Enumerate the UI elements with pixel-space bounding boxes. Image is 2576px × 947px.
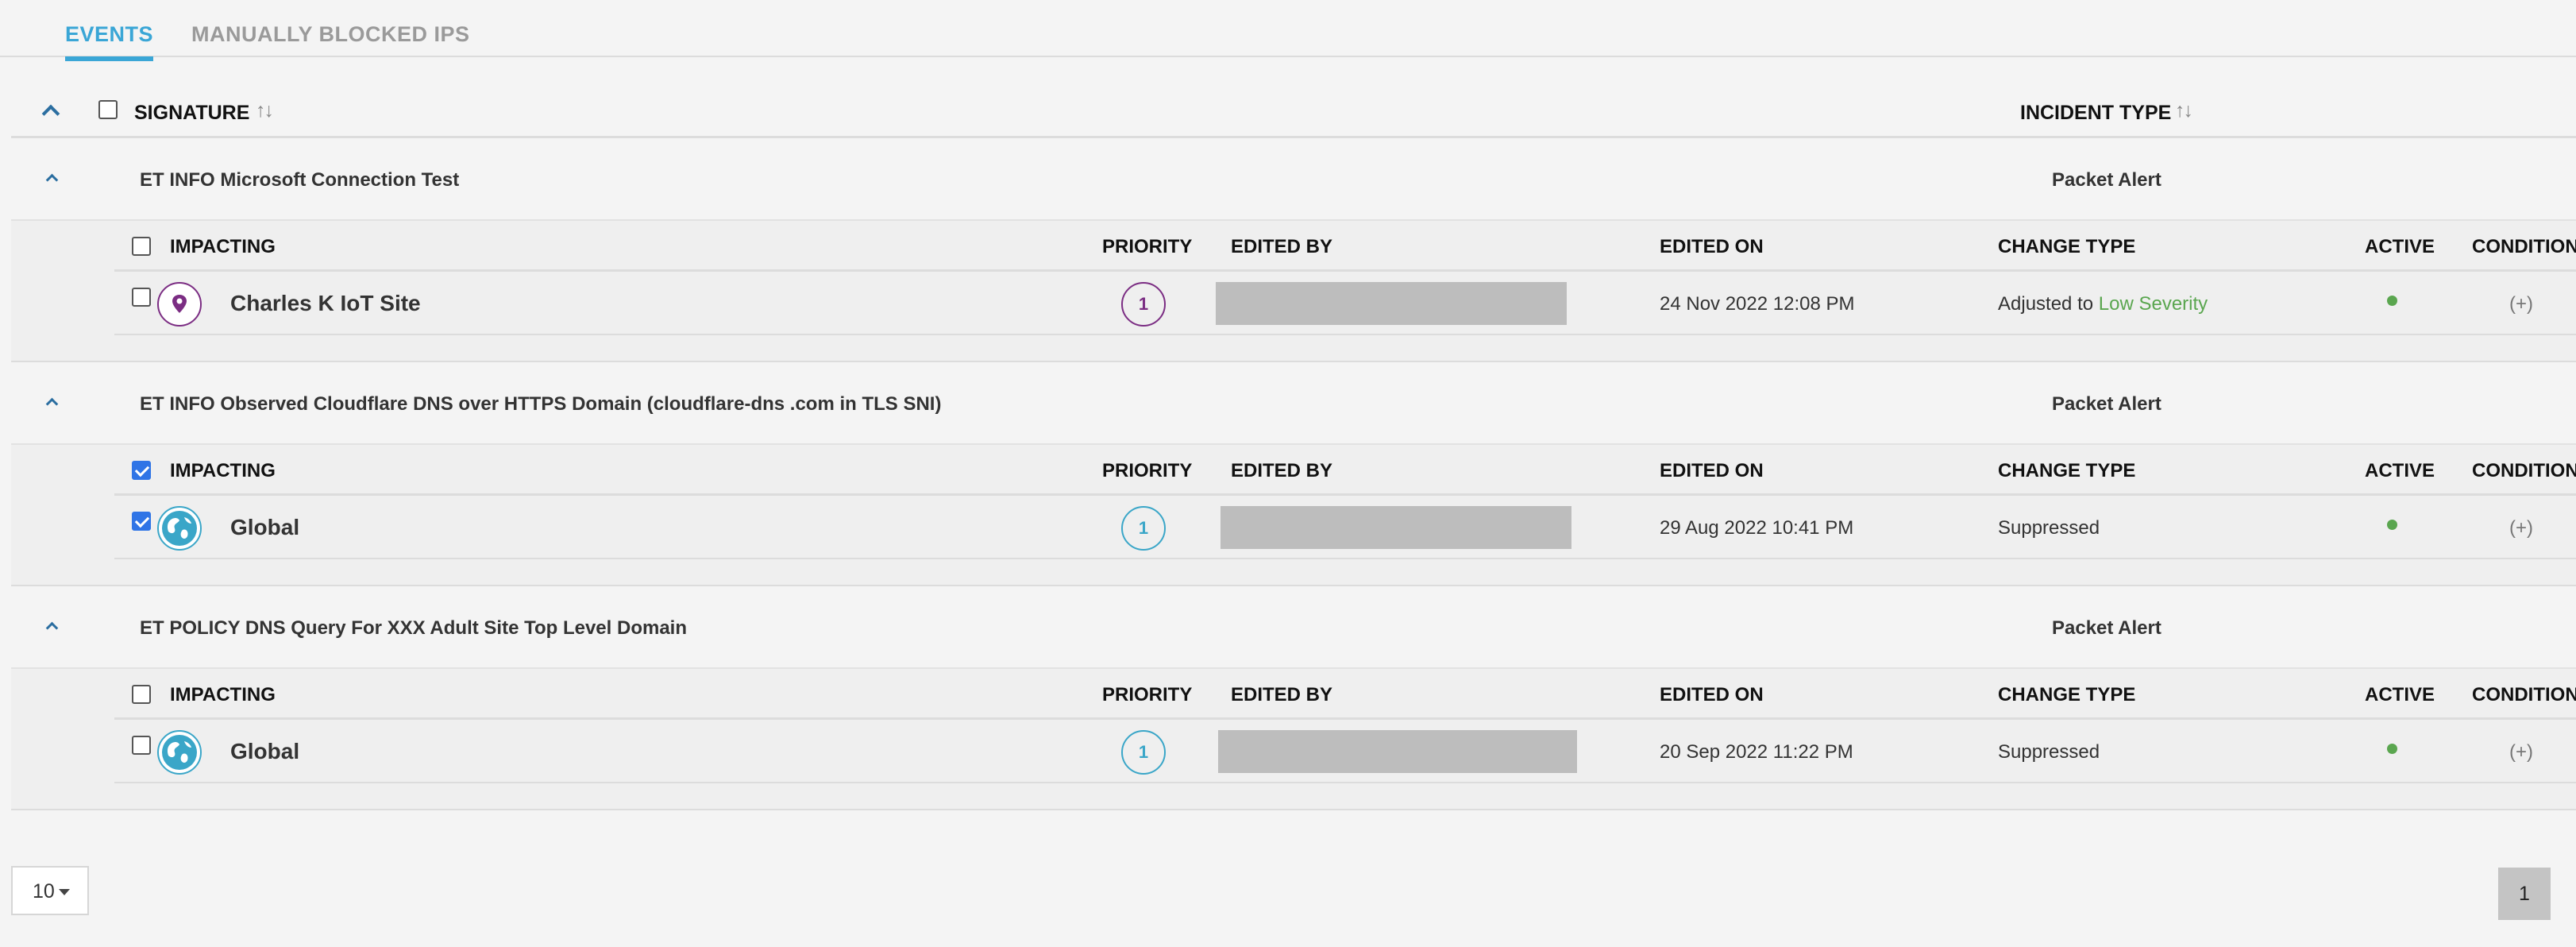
select-all-checkbox[interactable] — [98, 100, 118, 119]
priority-badge: 1 — [1121, 282, 1166, 327]
add-condition-button[interactable]: (+) — [2509, 293, 2533, 315]
table-row: Global 1 20 Sep 2022 11:22 PM Suppressed… — [114, 720, 2576, 783]
edited-on-value: 29 Aug 2022 10:41 PM — [1660, 517, 1854, 539]
change-type-header: CHANGE TYPE — [1998, 460, 2136, 481]
edited-on-value: 24 Nov 2022 12:08 PM — [1660, 293, 1855, 315]
change-type-header: CHANGE TYPE — [1998, 236, 2136, 257]
active-header: ACTIVE — [2365, 460, 2435, 481]
add-condition-button[interactable]: (+) — [2509, 517, 2533, 539]
select-all-impacting-checkbox[interactable] — [132, 461, 151, 480]
location-pin-icon — [157, 282, 202, 327]
condition-header: CONDITION — [2472, 236, 2576, 257]
table-row: Global 1 29 Aug 2022 10:41 PM Suppressed… — [114, 496, 2576, 559]
change-type-value: Adjusted to Low Severity — [1998, 293, 2208, 315]
page-button-current[interactable]: 1 — [2498, 868, 2551, 920]
site-name[interactable]: Charles K IoT Site — [230, 291, 421, 316]
select-all-impacting-checkbox[interactable] — [132, 685, 151, 704]
impacting-header: IMPACTING — [170, 460, 276, 481]
incident-type: Packet Alert — [2052, 617, 2161, 639]
collapse-icon[interactable] — [45, 397, 59, 411]
impacting-table-header: IMPACTING PRIORITY EDITED BY EDITED ON C… — [114, 221, 2576, 272]
incident-type-sort-icon[interactable]: ↑↓ — [2175, 99, 2193, 122]
impacting-table-header: IMPACTING PRIORITY EDITED BY EDITED ON C… — [114, 445, 2576, 496]
active-status-dot — [2387, 296, 2397, 306]
collapse-icon[interactable] — [45, 173, 59, 187]
edited-on-header: EDITED ON — [1660, 684, 1764, 705]
site-name[interactable]: Global — [230, 739, 299, 764]
table-header: SIGNATURE ↑↓ INCIDENT TYPE ↑↓ — [11, 89, 2576, 138]
page-size-value: 10 — [33, 880, 55, 903]
change-type-prefix: Suppressed — [1998, 741, 2100, 763]
row-checkbox[interactable] — [132, 512, 151, 531]
edited-by-header: EDITED BY — [1231, 460, 1333, 481]
signature-column-header[interactable]: SIGNATURE — [134, 102, 249, 125]
active-status-dot — [2387, 744, 2397, 754]
edited-by-header: EDITED BY — [1231, 684, 1333, 705]
edited-on-header: EDITED ON — [1660, 460, 1764, 481]
incident-type: Packet Alert — [2052, 169, 2161, 191]
row-checkbox[interactable] — [132, 288, 151, 307]
condition-header: CONDITION — [2472, 460, 2576, 481]
priority-header: PRIORITY — [1102, 236, 1193, 257]
signature-row[interactable]: ET POLICY DNS Query For XXX Adult Site T… — [11, 586, 2576, 669]
priority-header: PRIORITY — [1102, 460, 1193, 481]
active-header: ACTIVE — [2365, 236, 2435, 257]
edited-by-redacted — [1221, 506, 1571, 549]
change-type-value: Suppressed — [1998, 517, 2100, 539]
signature-name: ET INFO Microsoft Connection Test — [140, 169, 460, 191]
impacting-header: IMPACTING — [170, 684, 276, 705]
tab-bar: EVENTS MANUALLY BLOCKED IPS — [0, 0, 2576, 61]
impacting-header: IMPACTING — [170, 236, 276, 257]
signature-sort-icon[interactable]: ↑↓ — [256, 99, 274, 122]
condition-header: CONDITION — [2472, 684, 2576, 705]
tab-manually-blocked-ips[interactable]: MANUALLY BLOCKED IPS — [191, 22, 470, 47]
site-name[interactable]: Global — [230, 515, 299, 540]
chevron-down-icon — [59, 889, 70, 895]
edited-by-redacted — [1218, 730, 1577, 773]
edited-on-value: 20 Sep 2022 11:22 PM — [1660, 741, 1853, 763]
active-status-dot — [2387, 520, 2397, 530]
active-header: ACTIVE — [2365, 684, 2435, 705]
incident-type-column-header[interactable]: INCIDENT TYPE — [2020, 102, 2171, 125]
signature-row[interactable]: ET INFO Observed Cloudflare DNS over HTT… — [11, 362, 2576, 445]
change-type-severity: Low Severity — [2098, 293, 2208, 315]
change-type-prefix: Suppressed — [1998, 517, 2100, 539]
incident-type: Packet Alert — [2052, 393, 2161, 415]
table-row: Charles K IoT Site 1 24 Nov 2022 12:08 P… — [114, 272, 2576, 335]
globe-icon — [157, 730, 202, 775]
edited-on-header: EDITED ON — [1660, 236, 1764, 257]
priority-badge: 1 — [1121, 506, 1166, 551]
change-type-value: Suppressed — [1998, 741, 2100, 763]
priority-badge: 1 — [1121, 730, 1166, 775]
signature-name: ET POLICY DNS Query For XXX Adult Site T… — [140, 617, 687, 639]
edited-by-redacted — [1216, 282, 1567, 325]
change-type-prefix: Adjusted to — [1998, 293, 2094, 315]
signature-group: ET INFO Observed Cloudflare DNS over HTT… — [11, 362, 2576, 586]
row-checkbox[interactable] — [132, 736, 151, 755]
signature-name: ET INFO Observed Cloudflare DNS over HTT… — [140, 393, 942, 415]
impacting-table-header: IMPACTING PRIORITY EDITED BY EDITED ON C… — [114, 669, 2576, 720]
tab-events[interactable]: EVENTS — [65, 22, 154, 61]
collapse-all-icon[interactable] — [41, 104, 60, 123]
edited-by-header: EDITED BY — [1231, 236, 1333, 257]
collapse-icon[interactable] — [45, 621, 59, 635]
priority-header: PRIORITY — [1102, 684, 1193, 705]
page-size-select[interactable]: 10 — [11, 866, 89, 915]
signature-group: ET INFO Microsoft Connection Test Packet… — [11, 138, 2576, 362]
signature-row[interactable]: ET INFO Microsoft Connection Test Packet… — [11, 138, 2576, 221]
change-type-header: CHANGE TYPE — [1998, 684, 2136, 705]
select-all-impacting-checkbox[interactable] — [132, 237, 151, 256]
add-condition-button[interactable]: (+) — [2509, 741, 2533, 763]
signature-group: ET POLICY DNS Query For XXX Adult Site T… — [11, 586, 2576, 810]
globe-icon — [157, 506, 202, 551]
